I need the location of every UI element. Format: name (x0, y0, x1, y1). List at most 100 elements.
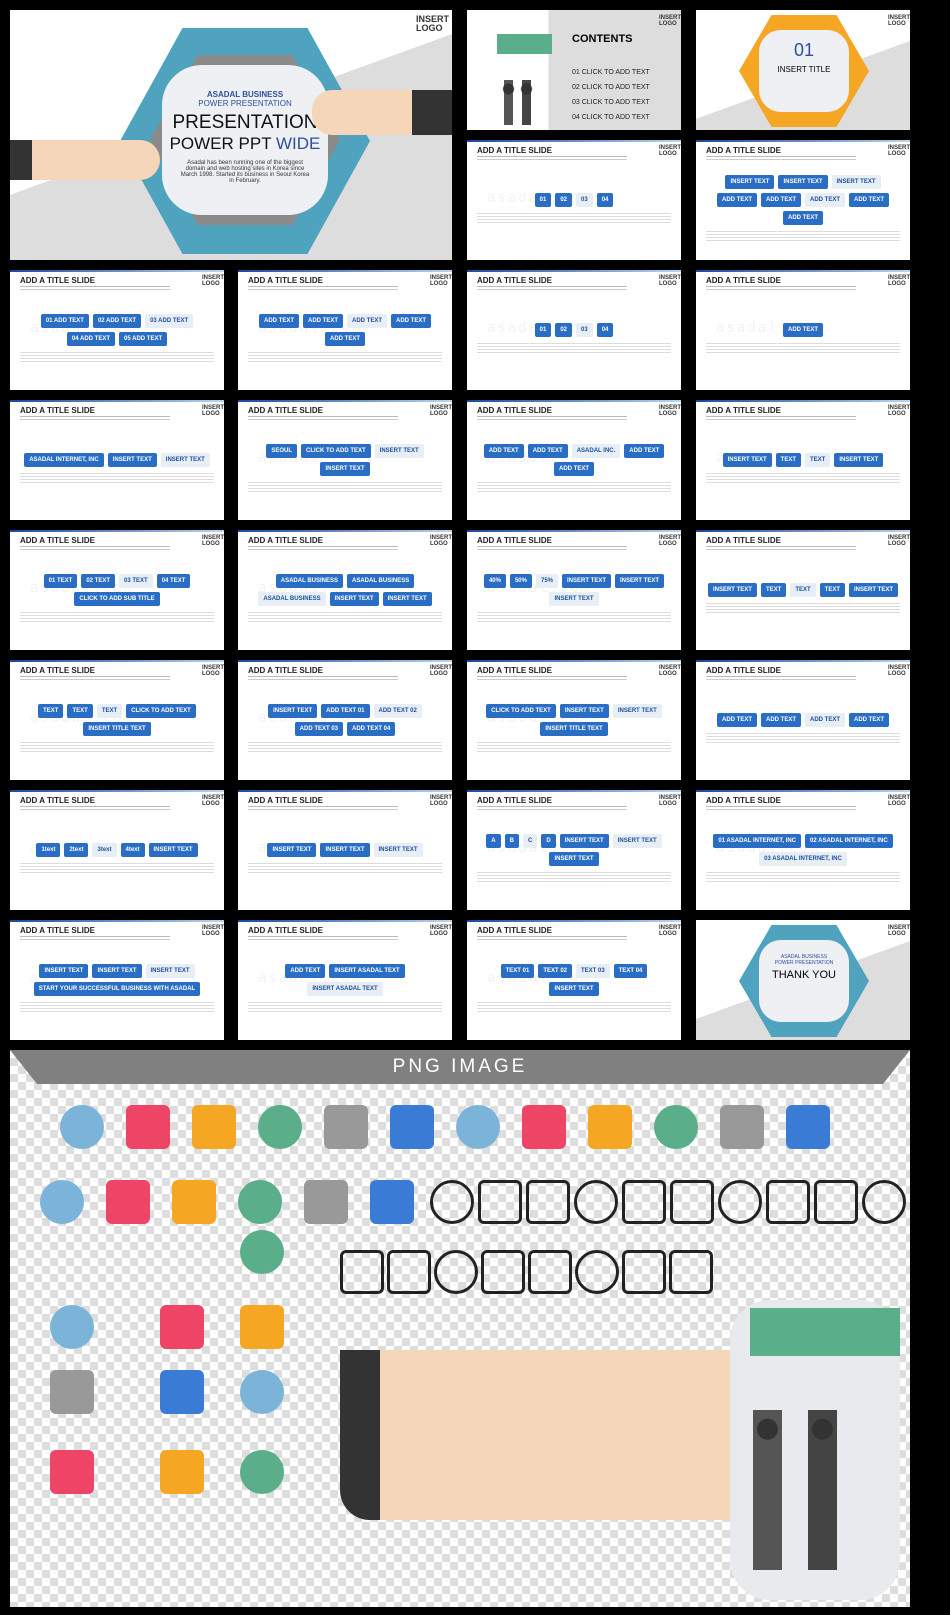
png-image-section: PNG IMAGE (10, 1050, 910, 1607)
accent-line (238, 400, 452, 402)
slide-thumbnail[interactable]: ADD A TITLE SLIDE INSERT LOGO asadal.com… (10, 790, 224, 910)
accent-line (467, 270, 681, 272)
slide-label: 01 (534, 193, 552, 207)
test-tubes-icon (622, 1250, 666, 1294)
accent-line (10, 530, 224, 532)
slide-thumbnail[interactable]: ADD A TITLE SLIDE INSERT LOGO asadal.com… (696, 660, 910, 780)
slide-label: TEXT (805, 453, 831, 467)
section-slide[interactable]: INSERT LOGO 01 INSERT TITLE (696, 10, 910, 130)
slide-thumbnail[interactable]: ADD A TITLE SLIDE INSERT LOGO asadal.com… (467, 920, 681, 1040)
slide-thumbnail[interactable]: ADD A TITLE SLIDE INSERT LOGO asadal.com… (10, 270, 224, 390)
subtitle-lines (20, 676, 170, 677)
train-icon (240, 1370, 284, 1414)
slide-label: ADD TEXT (303, 314, 343, 328)
contents-item[interactable]: 01 CLICK TO ADD TEXT (572, 65, 650, 80)
slide-thumbnail[interactable]: ADD A TITLE SLIDE INSERT LOGO asadal.com… (696, 270, 910, 390)
slide-title: ADD A TITLE SLIDE (20, 536, 95, 545)
thank-you-slide[interactable]: INSERT LOGO ASADAL BUSINESS POWER PRESEN… (696, 920, 910, 1040)
contents-item[interactable]: 02 CLICK TO ADD TEXT (572, 80, 650, 95)
x-ray-icon (106, 1180, 150, 1224)
slide-label: INSERT TEXT (320, 462, 370, 476)
slide-label: INSERT TITLE TEXT (540, 722, 608, 736)
slide-thumbnail[interactable]: ADD A TITLE SLIDE INSERT LOGO asadal.com… (696, 140, 910, 260)
accent-line (238, 530, 452, 532)
slide-label: D (541, 834, 556, 848)
accent-line (238, 790, 452, 792)
slide-label: 02 (555, 323, 572, 337)
slide-label: ADD TEXT 01 (321, 704, 370, 718)
body-text-lines (706, 870, 900, 884)
slide-label: INSERT TEXT (849, 583, 899, 597)
slide-label: ADD TEXT (483, 444, 524, 458)
slide-label: INSERT TEXT (722, 453, 772, 467)
syringe-icon (654, 1105, 698, 1149)
body-text-lines (477, 480, 671, 494)
title-slide[interactable]: INSERT LOGO ASADAL BUSINESS POWER PRESEN… (10, 10, 452, 260)
body-text-lines (20, 610, 214, 624)
slide-label: INSERT TEXT (559, 704, 609, 718)
slide-label: ADD TEXT 03 (294, 722, 343, 736)
slide-title: ADD A TITLE SLIDE (20, 926, 95, 935)
subtitle-lines (706, 286, 856, 287)
slide-thumbnail[interactable]: ADD A TITLE SLIDE INSERT LOGO asadal.com… (696, 790, 910, 910)
slide-thumbnail[interactable]: ADD A TITLE SLIDE INSERT LOGO asadal.com… (696, 530, 910, 650)
slide-thumbnail[interactable]: ADD A TITLE SLIDE INSERT LOGO asadal.com… (238, 660, 452, 780)
slide-label: INSERT TEXT (612, 704, 662, 718)
slide-thumbnail[interactable]: ADD A TITLE SLIDE INSERT LOGO asadal.com… (238, 400, 452, 520)
hand-pointer-icon (430, 1180, 474, 1224)
slide-thumbnail[interactable]: ADD A TITLE SLIDE INSERT LOGO asadal.com… (467, 530, 681, 650)
slide-label: 01 TEXT (43, 574, 78, 588)
slide-title: ADD A TITLE SLIDE (706, 796, 781, 805)
speech-bubble (497, 34, 552, 54)
subtitle-lines (248, 546, 398, 547)
target-icon (370, 1180, 414, 1224)
slide-label: TEXT 02 (538, 964, 572, 978)
insert-logo: INSERT LOGO (888, 15, 910, 27)
slide-label: ASADAL BUSINESS (275, 574, 343, 588)
slide-thumbnail[interactable]: ADD A TITLE SLIDE INSERT LOGO asadal.com… (467, 400, 681, 520)
slide-label: ADD TEXT (761, 193, 801, 207)
slide-title: ADD A TITLE SLIDE (248, 276, 323, 285)
slide-thumbnail[interactable]: ADD A TITLE SLIDE INSERT LOGO asadal.com… (10, 660, 224, 780)
slide-thumbnail[interactable]: ADD A TITLE SLIDE INSERT LOGO asadal.com… (238, 920, 452, 1040)
slide-thumbnail[interactable]: ADD A TITLE SLIDE INSERT LOGO asadal.com… (10, 400, 224, 520)
contents-title: CONTENTS (572, 33, 633, 45)
contents-slide[interactable]: INSERT LOGO CONTENTS 01 CLICK TO ADD TEX… (467, 10, 681, 130)
slide-label: INSERT TEXT (107, 453, 157, 467)
slide-thumbnail[interactable]: ADD A TITLE SLIDE INSERT LOGO asadal.com… (467, 140, 681, 260)
slide-thumbnail[interactable]: ADD A TITLE SLIDE INSERT LOGO asadal.com… (10, 920, 224, 1040)
section-title: INSERT TITLE (777, 65, 831, 74)
slide-label: ASADAL BUSINESS (347, 574, 415, 588)
contents-item[interactable]: 04 CLICK TO ADD TEXT (572, 110, 650, 125)
slide-thumbnail[interactable]: ADD A TITLE SLIDE INSERT LOGO asadal.com… (467, 660, 681, 780)
subtitle-lines (706, 546, 856, 547)
slide-thumbnail[interactable]: ADD A TITLE SLIDE INSERT LOGO asadal.com… (238, 530, 452, 650)
slide-label: ADD TEXT (527, 444, 568, 458)
slide-thumbnail[interactable]: ADD A TITLE SLIDE INSERT LOGO asadal.com… (238, 790, 452, 910)
slide-label: INSERT TEXT (831, 175, 881, 189)
slide-thumbnail[interactable]: ADD A TITLE SLIDE INSERT LOGO asadal.com… (467, 790, 681, 910)
slide-thumbnail[interactable]: ADD A TITLE SLIDE INSERT LOGO asadal.com… (696, 400, 910, 520)
body-text-lines (477, 740, 671, 754)
slide-thumbnail[interactable]: ADD A TITLE SLIDE INSERT LOGO asadal.com… (467, 270, 681, 390)
subtitle-lines (248, 286, 398, 287)
subtitle-lines (248, 676, 398, 677)
slide-thumbnail[interactable]: ADD A TITLE SLIDE INSERT LOGO asadal.com… (10, 530, 224, 650)
slide-label: START YOUR SUCCESSFUL BUSINESS WITH ASAD… (33, 982, 201, 996)
subtitle-lines (706, 156, 856, 157)
slide-label: ADD TEXT (624, 444, 665, 458)
insert-logo: INSERT LOGO (202, 665, 224, 677)
body-text-lines (477, 341, 671, 355)
slide-label: INSERT TEXT (615, 574, 665, 588)
slide-label: 04 (596, 193, 614, 207)
main-title-accent: WIDE (276, 134, 321, 153)
stethoscope-icon (575, 1250, 619, 1294)
slide-label: A (486, 834, 501, 848)
slide-label: INSERT TEXT (92, 964, 142, 978)
slide-label: ADD TEXT 04 (347, 722, 396, 736)
contents-item[interactable]: 03 CLICK TO ADD TEXT (572, 95, 650, 110)
slide-label: 4text (120, 843, 145, 857)
insert-logo: INSERT LOGO (659, 145, 681, 157)
slide-label: TEXT (790, 583, 816, 597)
slide-thumbnail[interactable]: ADD A TITLE SLIDE INSERT LOGO asadal.com… (238, 270, 452, 390)
